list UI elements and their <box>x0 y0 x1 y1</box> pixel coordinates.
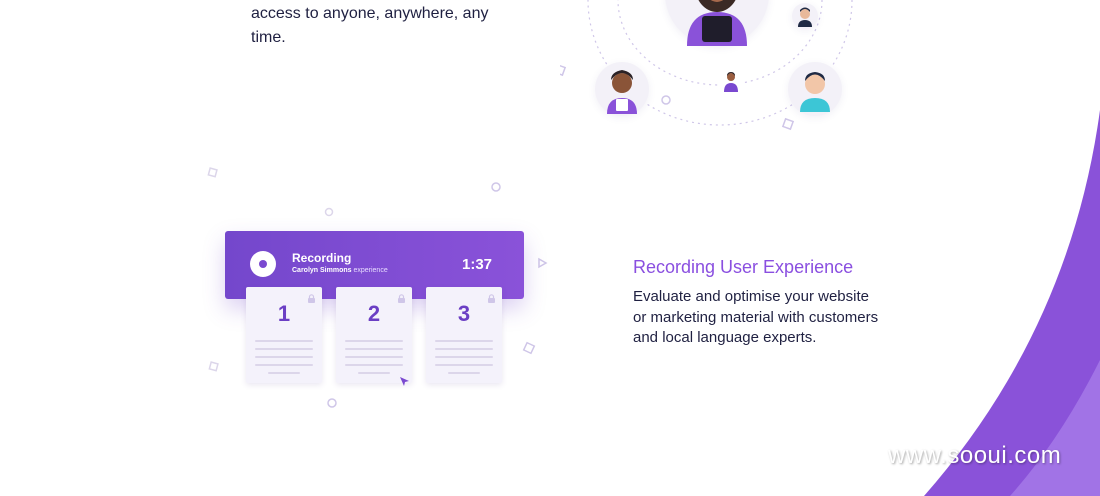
text-line <box>345 364 403 366</box>
decor-circle-3 <box>327 398 337 408</box>
recording-timer: 1:37 <box>462 256 493 273</box>
avatar-woman-tablet <box>665 0 769 46</box>
decor-circle-1 <box>491 182 501 192</box>
recording-title: Recording <box>292 251 352 265</box>
text-line <box>435 340 493 342</box>
feature-description: Evaluate and optimise your website or ma… <box>633 287 933 349</box>
text-line <box>435 364 493 366</box>
avatar-man-curly <box>595 62 649 116</box>
decor-triangle <box>538 257 548 269</box>
text-line <box>255 356 313 358</box>
text-line <box>435 356 493 358</box>
text-line <box>358 372 390 374</box>
recording-subtitle-suffix: experience <box>353 267 388 274</box>
text-line <box>345 348 403 350</box>
intro-line-1: access to anyone, anywhere, any <box>251 5 489 22</box>
page-card-3[interactable]: 3 <box>426 287 502 383</box>
feature-description-line: Evaluate and optimise your website <box>633 288 869 305</box>
text-line <box>448 372 480 374</box>
text-line <box>255 348 313 350</box>
text-line <box>255 340 313 342</box>
page-number: 2 <box>367 301 381 326</box>
feature-description-line: and local language experts. <box>633 329 817 346</box>
feature-description-line: or marketing material with customers <box>633 308 879 326</box>
page-card-2[interactable]: 2 <box>336 287 412 383</box>
avatar-person-tiny <box>720 68 742 94</box>
text-line <box>255 364 313 366</box>
watermark: www.sooui.com <box>888 442 1062 469</box>
avatar-man-teal <box>788 62 842 116</box>
recording-subtitle: Carolyn Simmons experience <box>292 267 388 274</box>
text-line <box>345 356 403 358</box>
purple-swoosh-background <box>924 110 1100 496</box>
text-line <box>435 348 493 350</box>
page-number: 3 <box>457 301 471 326</box>
decor-square-1 <box>207 167 218 178</box>
intro-line-2: time. <box>251 29 286 46</box>
text-line <box>268 372 300 374</box>
cursor-icon <box>400 377 409 386</box>
intro-text: access to anyone, anywhere, any time. <box>251 2 551 50</box>
decor-circle-2 <box>324 207 334 217</box>
page-card-1[interactable]: 1 <box>246 287 322 383</box>
decor-square-3 <box>208 361 219 372</box>
avatar-man-small <box>792 3 818 29</box>
page-number: 1 <box>277 301 291 326</box>
feature-title: Recording User Experience <box>633 257 854 277</box>
decor-square-2 <box>522 341 536 355</box>
text-line <box>345 340 403 342</box>
recording-subtitle-name: Carolyn Simmons <box>292 267 352 274</box>
record-disc-icon <box>250 251 276 277</box>
